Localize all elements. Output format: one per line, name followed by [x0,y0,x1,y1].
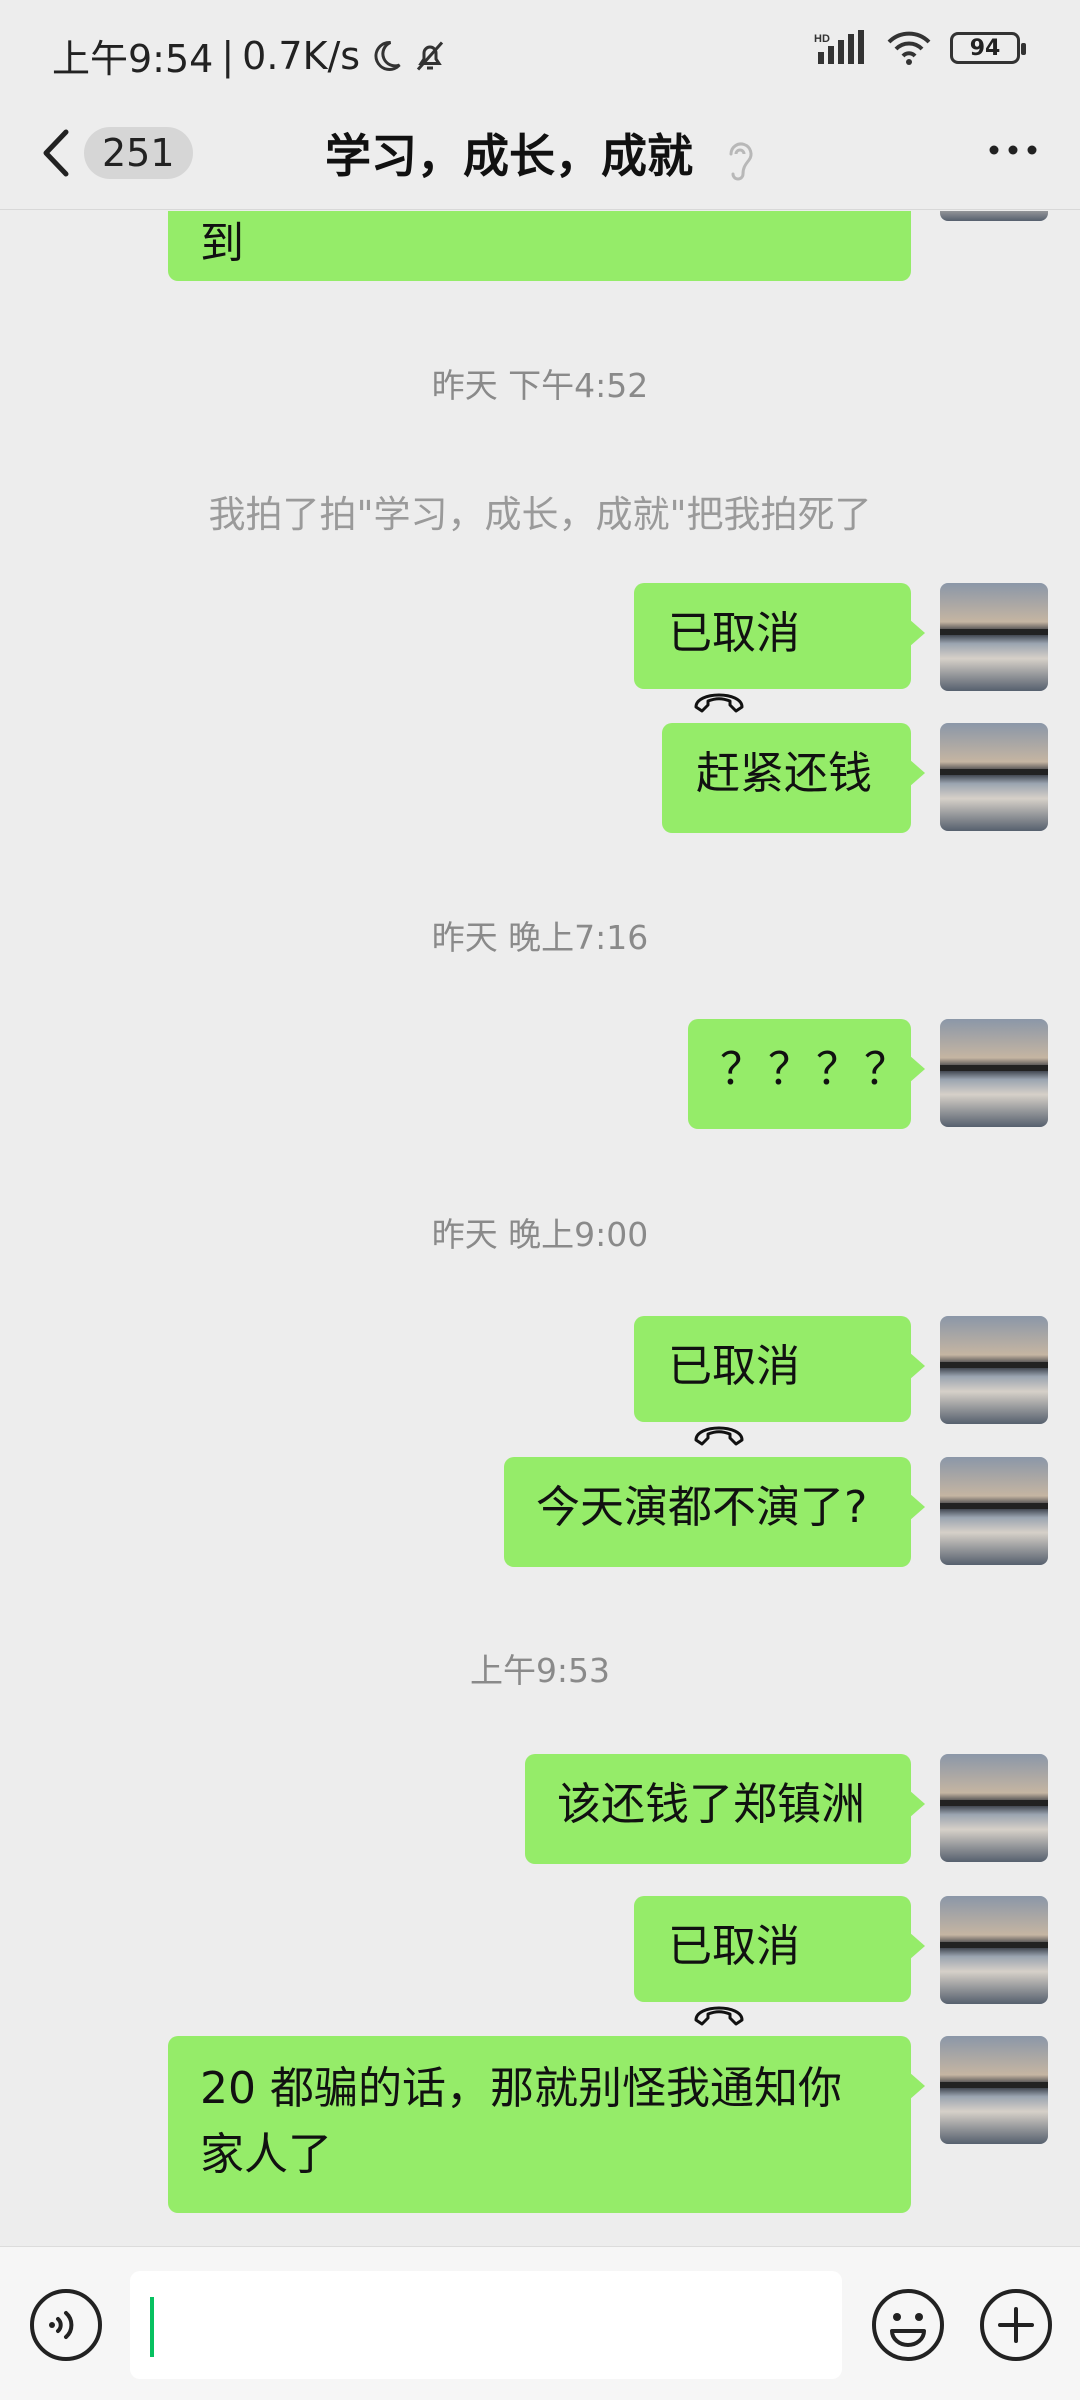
message-bubble[interactable]: ？？？？ [688,1019,925,1129]
avatar[interactable] [940,1019,1048,1127]
more-functions-button[interactable] [978,2287,1054,2367]
status-right: HD 94 [814,30,1026,66]
wifi-icon [887,31,931,65]
message-bubble[interactable]: 20 都骗的话，那就别怪我通知你 家人了 [168,2036,925,2213]
timestamp: 昨天 下午4:52 [431,366,649,405]
message-text: 今天演都不演了? [536,1482,868,1533]
message-bubble[interactable]: 今天演都不演了? [504,1457,925,1567]
emoji-icon [872,2289,944,2361]
voice-icon [30,2289,102,2361]
timestamp: 上午9:53 [469,1651,611,1690]
message-text: 已取消 [668,1921,800,1972]
bell-off-icon [416,41,444,70]
message-input[interactable] [130,2271,842,2379]
message-bubble[interactable]: 到 [168,211,911,281]
phone-hangup-icon [694,693,744,713]
message-text: 已取消 [668,608,800,659]
chat-title: 学习，成长，成就 [324,129,693,183]
chat-header: 251 学习，成长，成就 [0,100,1080,210]
voice-button[interactable] [28,2287,104,2367]
timestamp: 昨天 晚上7:16 [431,918,649,957]
status-speed: 0.7K/s [242,33,361,78]
avatar[interactable] [940,1754,1048,1862]
avatar[interactable] [940,1457,1048,1565]
plus-icon [980,2289,1052,2361]
status-separator: | [221,33,235,78]
phone-hangup-icon [694,1426,744,1446]
timestamp: 昨天 晚上9:00 [431,1215,649,1254]
chat-title-wrap: 学习，成长，成就 [0,120,1080,186]
message-text-line: 家人了 [200,2129,332,2180]
emoji-button[interactable] [870,2287,946,2367]
phone-hangup-icon [694,2006,744,2026]
message-text: 赶紧还钱 [696,748,872,799]
more-button[interactable] [986,130,1040,174]
battery-indicator: 94 [950,32,1026,64]
battery-level: 94 [969,35,1001,61]
message-bubble[interactable]: 该还钱了郑镇洲 [525,1754,925,1864]
moon-icon [374,40,401,71]
message-text-line: 20 都骗的话，那就别怪我通知你 [200,2063,842,2114]
input-bar [0,2246,1080,2400]
message-bubble[interactable]: 已取消 [634,1316,925,1446]
message-bubble[interactable]: 已取消 [634,583,925,713]
avatar[interactable] [940,1896,1048,2004]
avatar[interactable] [940,2036,1048,2144]
avatar[interactable] [940,211,1048,221]
signal-icon: HD [814,30,864,64]
more-icon [989,145,1037,155]
message-bubble[interactable]: 赶紧还钱 [662,723,925,833]
network-type: HD [814,33,830,45]
message-text: ？？？？ [720,1044,912,1095]
message-text: 已取消 [668,1341,800,1392]
text-caret [150,2297,154,2357]
message-text: 该还钱了郑镇洲 [557,1779,865,1830]
pat-system-message: 我拍了拍"学习，成长，成就"把我拍死了 [208,493,872,536]
avatar[interactable] [940,723,1048,831]
avatar[interactable] [940,583,1048,691]
status-left: 上午9:54 | 0.7K/s [52,28,448,83]
ear-icon [729,142,753,180]
chat-messages[interactable]: 到 昨天 下午4:52 我拍了拍"学习，成长，成就"把我拍死了 已取消 赶紧还钱… [0,211,1080,2245]
message-bubble[interactable]: 已取消 [634,1896,925,2026]
status-bar: 上午9:54 | 0.7K/s HD 94 [0,0,1080,100]
message-text: 到 [200,218,244,269]
avatar[interactable] [940,1316,1048,1424]
status-time: 上午9:54 [52,37,214,81]
